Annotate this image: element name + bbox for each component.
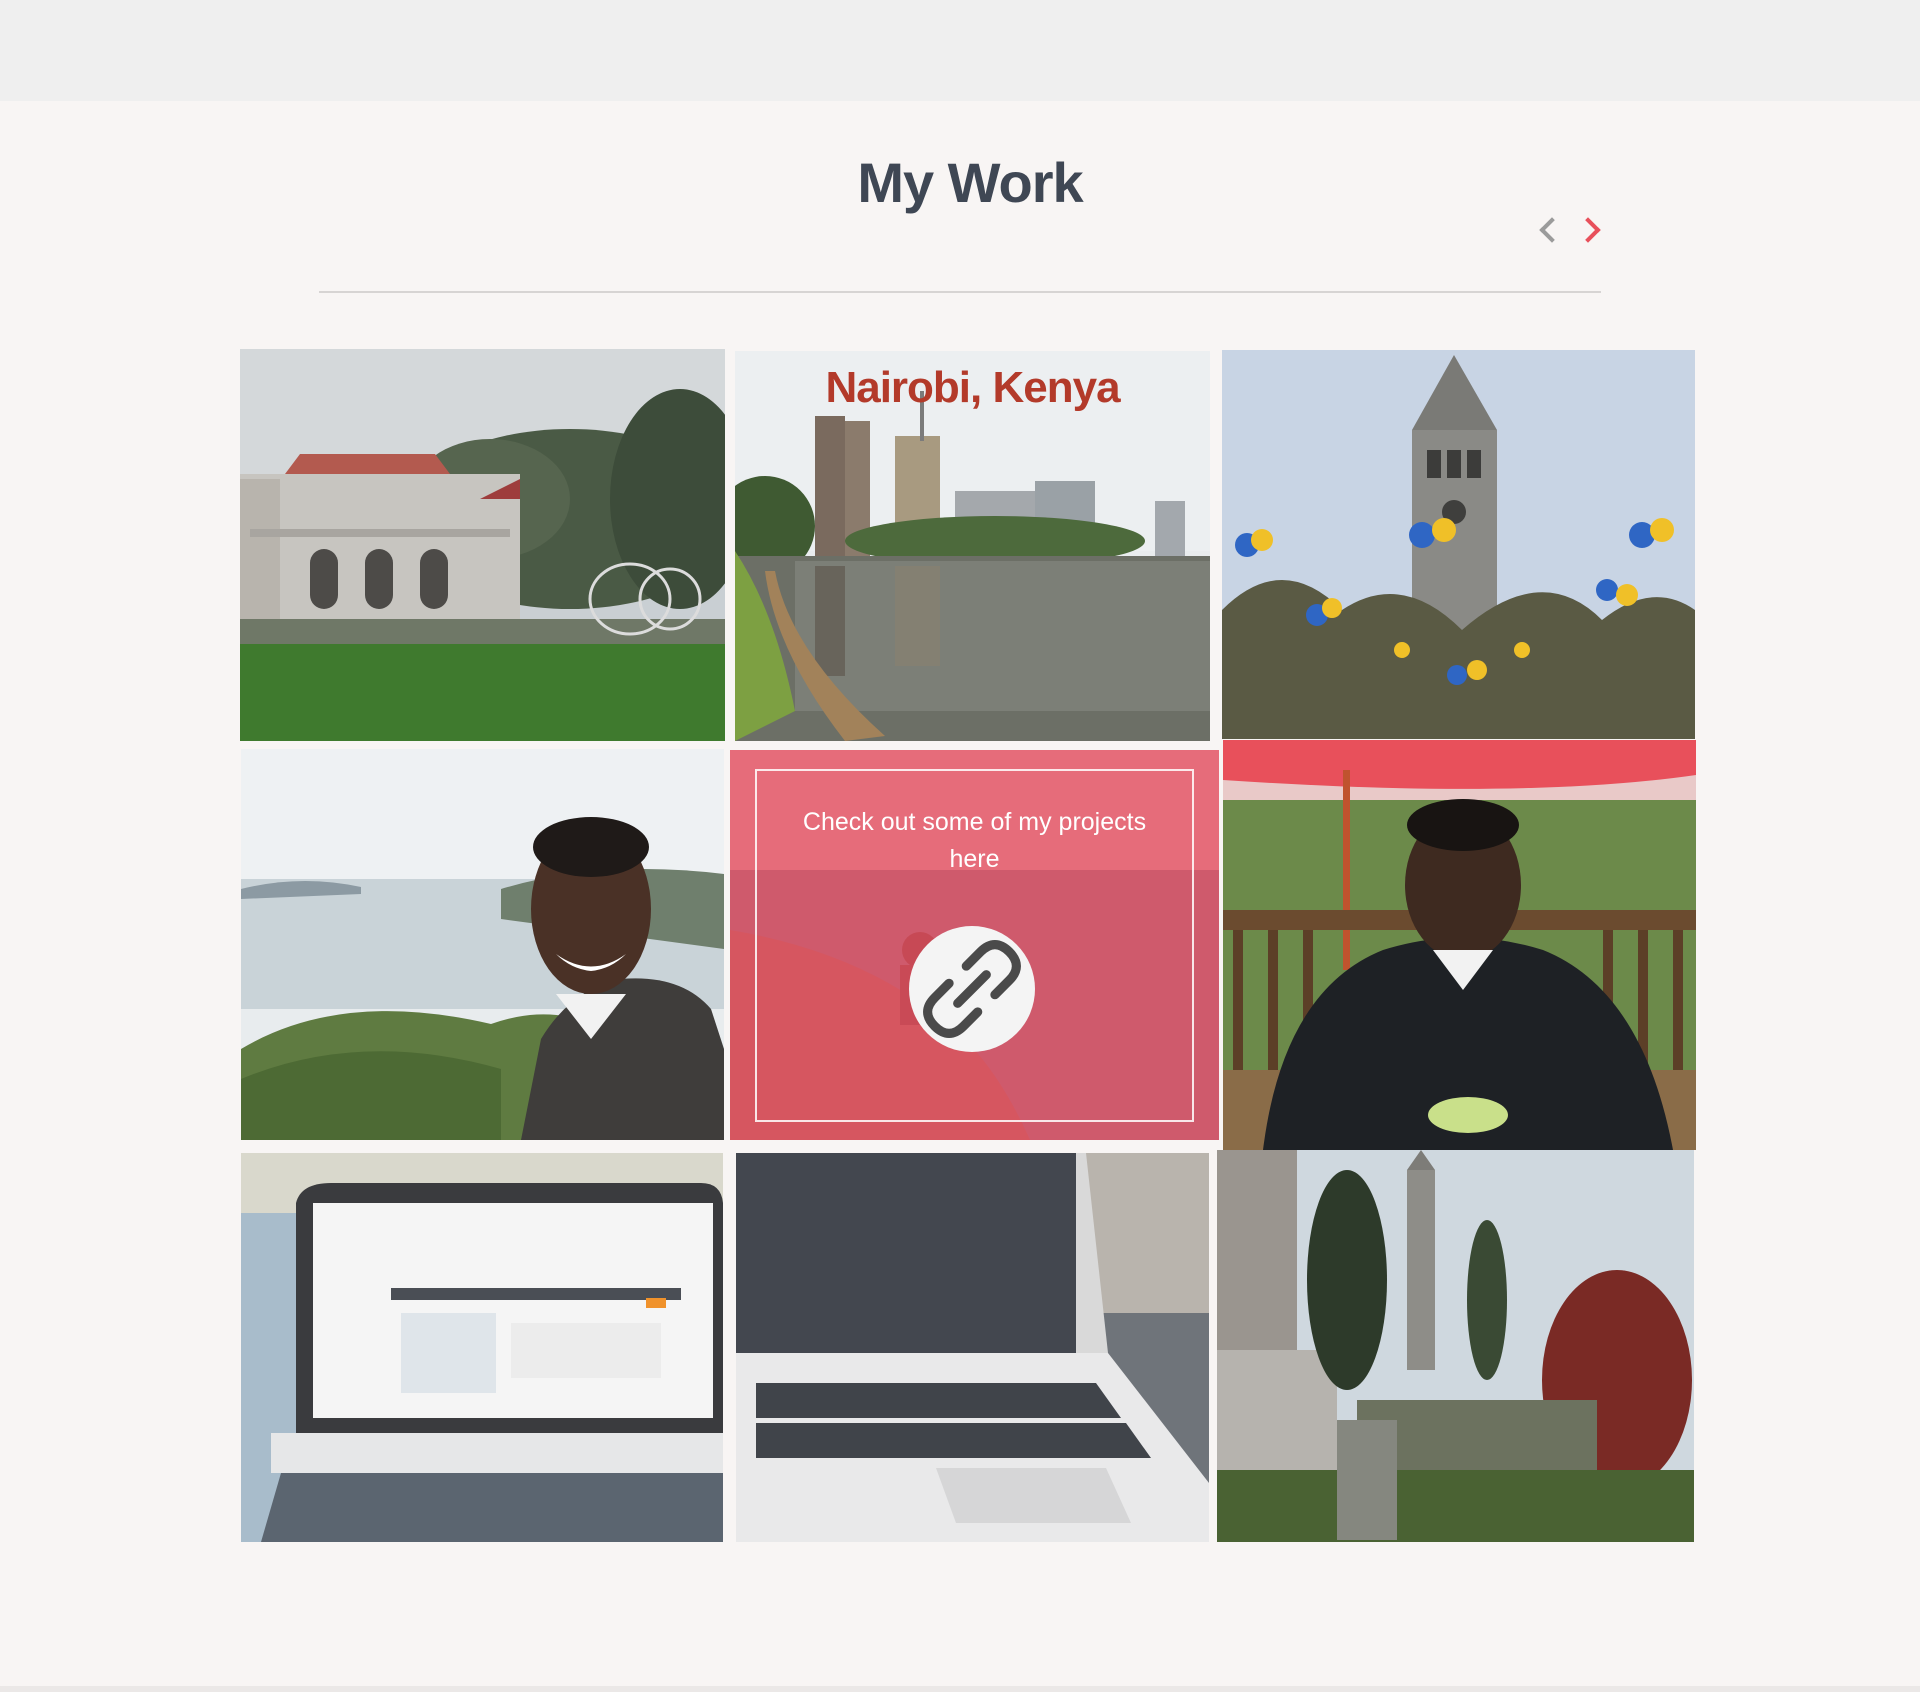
campus-campanile-photo [1217,1150,1694,1542]
carousel-next-button[interactable] [1575,210,1609,250]
hall-photo [240,349,725,741]
patio-portrait-photo [1223,740,1696,1150]
gallery-tile-goldengate-portrait[interactable] [241,749,724,1140]
gallery-tile-projects-hover[interactable]: Check out some of my projects here [730,750,1219,1140]
laptop-blank-photo [736,1153,1209,1542]
chevron-right-icon [1575,217,1601,243]
project-link-button[interactable] [909,926,1035,1052]
gallery-tile-laptop-website[interactable] [241,1153,723,1542]
gallery-tile-campanile-balloons[interactable] [1222,350,1695,739]
laptop-website-photo [241,1153,723,1542]
gallery-tile-patio-portrait[interactable] [1223,740,1696,1150]
section-title: My Work [857,151,1083,214]
nairobi-caption: Nairobi, Kenya [825,363,1120,412]
campanile-balloons-photo [1222,350,1695,739]
goldengate-portrait-photo [241,749,724,1140]
top-bar [0,0,1920,101]
link-icon [923,940,1021,1038]
gallery-tile-nairobi[interactable]: Nairobi, Kenya [735,351,1210,741]
bottom-border [0,1686,1920,1692]
chevron-left-icon [1539,217,1565,243]
overlay-text: Check out some of my projects here [802,808,1147,873]
gallery-tile-hall[interactable] [240,349,725,741]
section-divider [319,291,1601,293]
carousel-prev-button[interactable] [1531,210,1565,250]
gallery-tile-laptop-blank[interactable] [736,1153,1209,1542]
gallery-tile-campus-campanile[interactable] [1217,1150,1694,1542]
